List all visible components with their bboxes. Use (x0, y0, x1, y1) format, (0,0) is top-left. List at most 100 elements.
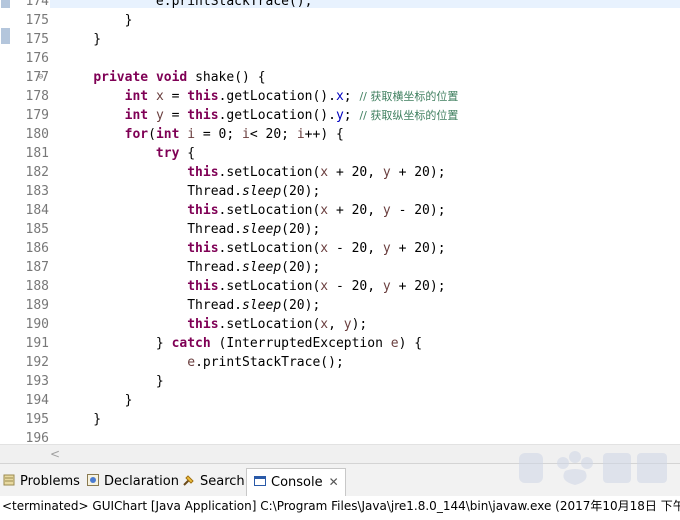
code-token: .setLocation( (218, 203, 321, 218)
code-line[interactable]: this.setLocation(x + 20, y + 20); (62, 163, 445, 182)
code-token: + 20); (390, 241, 446, 256)
code-token: for (124, 127, 149, 142)
code-token: .getLocation(). (218, 108, 336, 123)
code-line[interactable]: for(int i = 0; i< 20; i++) { (62, 125, 344, 144)
overview-ruler (0, 0, 12, 444)
code-token: x (335, 89, 344, 104)
line-number: 182 (25, 165, 49, 180)
code-token: .setLocation( (218, 317, 321, 332)
code-line[interactable]: e.printStackTrace(); (62, 0, 313, 11)
tab-search[interactable]: Search (182, 470, 245, 494)
code-token: x (320, 317, 329, 332)
code-line[interactable]: Thread.sleep(20); (62, 258, 320, 277)
code-token: x (320, 241, 329, 256)
code-line[interactable]: private void shake() { (62, 68, 265, 87)
code-token: = (163, 108, 188, 123)
line-number: 175 (25, 32, 49, 47)
code-line[interactable]: int y = this.getLocation().y; // 获取纵坐标的位… (62, 106, 459, 125)
code-line[interactable]: this.setLocation(x - 20, y + 20); (62, 277, 446, 296)
code-token: .getLocation(). (218, 89, 336, 104)
code-token: private (93, 70, 149, 85)
code-token: } (62, 13, 133, 28)
line-number: 185 (25, 222, 49, 237)
console-output: <terminated> GUIChart [Java Application]… (0, 496, 680, 520)
code-line[interactable]: this.setLocation(x + 20, y - 20); (62, 201, 445, 220)
code-line[interactable]: } (62, 410, 101, 429)
code-area[interactable]: e.printStackTrace(); } } private void sh… (50, 0, 680, 444)
line-number: 187 (25, 260, 49, 275)
code-token: .printStackTrace(); (195, 355, 344, 370)
console-status-line: <terminated> GUIChart [Java Application]… (2, 499, 680, 513)
code-token: int (124, 108, 149, 123)
code-token: try (155, 146, 180, 161)
code-token: this (187, 89, 219, 104)
tab-declaration-label: Declaration (104, 474, 179, 489)
line-number: 186 (25, 241, 49, 256)
line-number: 188 (25, 279, 49, 294)
code-line[interactable]: try { (62, 144, 195, 163)
ruler-marker (1, 28, 10, 44)
line-number: 193 (25, 374, 49, 389)
code-token: } (62, 374, 164, 389)
code-token: // (359, 90, 371, 103)
code-token: .setLocation( (218, 241, 321, 256)
fold-toggle-icon[interactable]: ⊖ (38, 72, 43, 82)
code-token: + 20); (390, 279, 446, 294)
code-token: ; (343, 108, 360, 123)
code-token: e (390, 336, 399, 351)
code-token: + 20, (328, 203, 383, 218)
code-line[interactable]: } (62, 372, 164, 391)
code-token: + 20, (328, 165, 383, 180)
code-token: sleep (242, 298, 282, 313)
tab-console-label: Console (271, 475, 323, 490)
code-line[interactable]: } catch (InterruptedException e) { (62, 334, 422, 353)
code-line[interactable]: this.setLocation(x - 20, y + 20); (62, 239, 446, 258)
code-line[interactable]: } (62, 11, 133, 30)
tab-problems[interactable]: Problems (2, 470, 80, 494)
code-token: i (187, 127, 196, 142)
problems-icon (3, 474, 15, 486)
code-line[interactable]: } (62, 391, 133, 410)
code-token: // (359, 109, 371, 122)
code-token: this (187, 241, 219, 256)
code-token: ) { (398, 336, 423, 351)
watermark-logo-icon (519, 451, 667, 485)
code-line[interactable]: e.printStackTrace(); (62, 353, 344, 372)
code-token: (InterruptedException (210, 336, 391, 351)
code-token: = 0; (195, 127, 243, 142)
code-token: y (382, 241, 391, 256)
ruler-marker (1, 0, 10, 8)
code-token: Thread. (62, 184, 243, 199)
code-line[interactable]: } (62, 30, 101, 49)
code-token: = (163, 89, 188, 104)
code-line[interactable]: Thread.sleep(20); (62, 296, 320, 315)
code-token: < 20; (249, 127, 297, 142)
tab-console[interactable]: Console ✕ (246, 468, 346, 496)
code-token: x (320, 165, 329, 180)
tab-declaration[interactable]: Declaration (86, 470, 179, 494)
code-token: i (242, 127, 250, 142)
code-line[interactable]: this.setLocation(x, y); (62, 315, 367, 334)
code-editor[interactable]: 174 175 175 176 177 178 179 180 181 182 183 184 185 1… (0, 0, 680, 444)
code-line[interactable]: Thread.sleep(20); (62, 182, 320, 201)
code-token: ; (343, 89, 360, 104)
code-line[interactable]: int x = this.getLocation().x; // 获取横坐标的位… (62, 87, 459, 106)
scroll-left-arrow[interactable]: < (50, 445, 60, 463)
code-line[interactable]: Thread.sleep(20); (62, 220, 320, 239)
line-number: 190 (25, 317, 49, 332)
code-token: - 20, (328, 279, 383, 294)
line-number: 196 (25, 431, 49, 444)
close-icon[interactable]: ✕ (329, 475, 339, 489)
line-number: 195 (25, 412, 49, 427)
code-token: (20); (281, 222, 321, 237)
